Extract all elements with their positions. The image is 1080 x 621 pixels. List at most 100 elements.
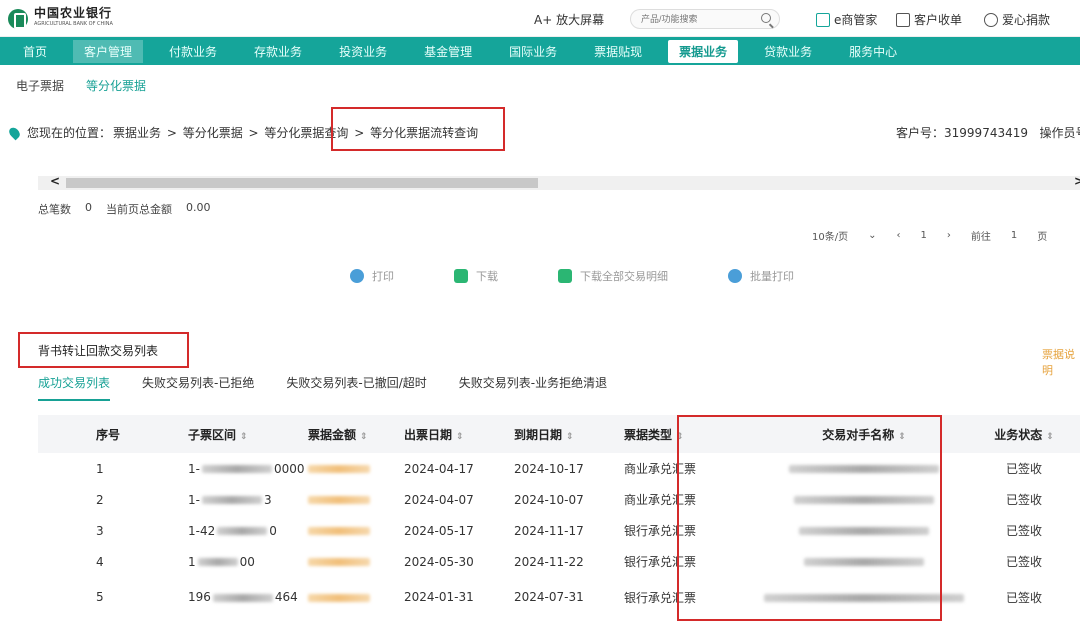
download-all-button[interactable]: 下载全部交易明细: [558, 268, 668, 284]
masked-amount: [308, 527, 370, 535]
breadcrumb-prefix: 您现在的位置：: [27, 126, 112, 140]
breadcrumb-item[interactable]: 票据业务: [113, 124, 161, 141]
cell-amount: [296, 590, 404, 604]
cell-issue-date: 2024-01-31: [404, 590, 474, 604]
breadcrumb-sep: >: [244, 125, 263, 140]
page-size-select[interactable]: 10条/页: [812, 228, 848, 243]
cell-status: 已签收: [1005, 555, 1042, 569]
cell-issue-date: 2024-04-17: [404, 461, 474, 476]
cell-status: 已签收: [1005, 493, 1042, 507]
col-header-amount[interactable]: 票据金额 ⇕: [296, 426, 404, 443]
horizontal-scrollbar[interactable]: < >: [38, 174, 1080, 190]
next-page-icon[interactable]: ›: [947, 230, 951, 241]
header-link-acquiring[interactable]: 客户收单: [896, 11, 962, 28]
download-all-icon: [558, 269, 572, 283]
scroll-right-icon[interactable]: >: [1074, 174, 1080, 188]
cell-no: 2: [96, 492, 104, 507]
header-link-donation[interactable]: 爱心捐款: [984, 11, 1050, 28]
download-button[interactable]: 下载: [454, 268, 498, 284]
bank-logo[interactable]: 中国农业银行 AGRICULTURAL BANK OF CHINA: [8, 7, 113, 30]
scroll-left-icon[interactable]: <: [50, 174, 60, 188]
total-count: 0: [85, 201, 92, 214]
nav-item-investment[interactable]: 投资业务: [328, 40, 398, 63]
col-header-issue-date[interactable]: 出票日期 ⇕: [404, 426, 514, 443]
breadcrumb-item[interactable]: 等分化票据: [183, 124, 243, 141]
cell-status: 已签收: [1005, 524, 1042, 538]
cell-no: 1: [96, 461, 104, 476]
col-header-status[interactable]: 业务状态 ⇕: [969, 426, 1079, 443]
nav-item-discount[interactable]: 票据贴现: [583, 40, 653, 63]
total-count-label: 总笔数: [38, 203, 71, 216]
search-box[interactable]: [630, 9, 780, 29]
col-header-due-date[interactable]: 到期日期 ⇕: [514, 426, 624, 443]
main-nav: 首页 客户管理 付款业务 存款业务 投资业务 基金管理 国际业务 票据贴现 票据…: [0, 37, 1080, 65]
tab-failed-rejected[interactable]: 失败交易列表-已拒绝: [142, 374, 254, 401]
download-icon: [454, 269, 468, 283]
highlight-box-breadcrumb: [331, 107, 505, 151]
masked-amount: [308, 465, 370, 473]
search-icon[interactable]: [761, 13, 771, 23]
masked-amount: [308, 496, 370, 504]
search-input[interactable]: [631, 10, 751, 28]
subnav-item-split-bill[interactable]: 等分化票据: [86, 77, 146, 94]
header-link-emanager[interactable]: e商管家: [816, 11, 877, 28]
masked-value: [201, 496, 262, 504]
nav-item-international[interactable]: 国际业务: [498, 40, 568, 63]
cell-due-date: 2024-10-17: [514, 461, 584, 476]
nav-item-service[interactable]: 服务中心: [838, 40, 908, 63]
cell-range: 1 00: [188, 554, 255, 569]
operator-label: 操作员号: [1039, 126, 1080, 140]
cell-due-date: 2024-11-22: [514, 554, 584, 569]
tab-failed-business[interactable]: 失败交易列表-业务拒绝清退: [459, 374, 607, 401]
print-button[interactable]: 打印: [350, 268, 394, 284]
receipt-icon: [896, 12, 910, 27]
masked-amount: [308, 558, 370, 566]
cell-range: 1- 3: [188, 492, 272, 507]
cell-range: 1- 0000: [188, 461, 305, 476]
cell-no: 5: [96, 590, 104, 604]
batch-print-button[interactable]: 批量打印: [728, 268, 794, 284]
prev-page-icon[interactable]: ‹: [896, 230, 900, 241]
tab-failed-withdrawn[interactable]: 失败交易列表-已撤回/超时: [286, 374, 426, 401]
header-link-label: 爱心捐款: [1002, 13, 1051, 27]
batch-print-label: 批量打印: [750, 270, 794, 283]
nav-item-deposit[interactable]: 存款业务: [243, 40, 313, 63]
highlight-box-counterparty: [677, 415, 942, 621]
abc-logo-icon: [8, 9, 28, 29]
scrollbar-thumb[interactable]: [66, 178, 538, 188]
bank-name-en: AGRICULTURAL BANK OF CHINA: [34, 21, 113, 27]
location-pin-icon: [7, 125, 22, 140]
cell-range: 196 464: [188, 590, 298, 604]
sub-nav: 电子票据 等分化票据: [0, 65, 1080, 105]
cell-issue-date: 2024-05-17: [404, 523, 474, 538]
cell-amount: [296, 524, 404, 538]
cell-no: 3: [96, 523, 104, 538]
sort-icon: ⇕: [566, 431, 574, 442]
goto-input[interactable]: 1: [1011, 230, 1017, 241]
section-title-text: 背书转让回款交易列表: [38, 343, 159, 358]
col-header-range[interactable]: 子票区间 ⇕: [188, 426, 296, 443]
header-link-label: e商管家: [834, 13, 878, 27]
batch-printer-icon: [728, 269, 742, 283]
subnav-item-ebill[interactable]: 电子票据: [16, 77, 64, 94]
nav-item-home[interactable]: 首页: [12, 40, 58, 63]
nav-item-payment[interactable]: 付款业务: [158, 40, 228, 63]
nav-item-customer[interactable]: 客户管理: [73, 39, 144, 63]
bill-notes-link[interactable]: 票据说明: [1042, 346, 1080, 378]
col-header-no: 序号: [96, 427, 121, 442]
masked-value: [197, 558, 238, 566]
current-page[interactable]: 1: [920, 230, 926, 241]
download-all-label: 下载全部交易明细: [580, 270, 668, 283]
masked-value: [217, 527, 268, 535]
cell-status: 已签收: [1005, 462, 1042, 476]
section-title: 背书转让回款交易列表: [18, 332, 189, 368]
cell-range: 1-42 0: [188, 523, 277, 538]
tab-success[interactable]: 成功交易列表: [38, 374, 111, 401]
nav-item-loan[interactable]: 贷款业务: [753, 40, 823, 63]
cell-issue-date: 2024-04-07: [404, 492, 474, 507]
font-size-toggle[interactable]: A+ 放大屏幕: [534, 11, 604, 28]
nav-item-fund[interactable]: 基金管理: [413, 40, 483, 63]
nav-item-bills[interactable]: 票据业务: [668, 39, 739, 63]
masked-value: [201, 465, 272, 473]
chevron-down-icon[interactable]: ⌄: [868, 230, 876, 241]
